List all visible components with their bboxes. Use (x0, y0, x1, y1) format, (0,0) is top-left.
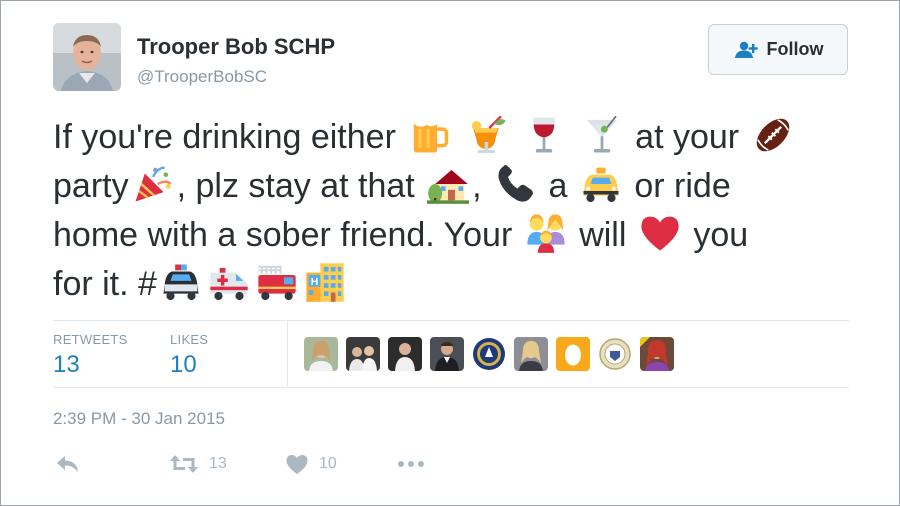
retweet-count: 13 (209, 455, 227, 472)
tweet-line-1: If you're drinking either at your (53, 113, 853, 162)
more-icon (396, 453, 426, 475)
likes-label: LIKES (170, 332, 209, 347)
liker-avatar[interactable] (430, 337, 464, 371)
tweet-text-segment: for it. # (53, 265, 157, 303)
liker-avatar[interactable] (472, 337, 506, 371)
avatar[interactable] (53, 23, 121, 91)
reply-button[interactable] (55, 453, 81, 475)
football-icon (752, 114, 794, 156)
tweet-text-segment: , plz stay at that (176, 167, 415, 205)
tweet-text-segment: If you're drinking either (53, 118, 396, 156)
likes-count[interactable]: 10 (170, 351, 197, 379)
party-popper-icon (132, 163, 174, 205)
avatar-photo (53, 23, 121, 91)
retweets-label: RETWEETS (53, 332, 128, 347)
police-car-icon (160, 261, 202, 303)
reply-icon (55, 453, 81, 475)
tweet-line-4: for it. # H (53, 260, 853, 309)
tweet-line-3: home with a sober friend. Your will you (53, 211, 853, 260)
tweet-line-2: party , plz stay at that , a or ride (53, 162, 853, 211)
retweet-icon (169, 453, 199, 475)
like-button[interactable]: 10 (285, 453, 337, 475)
tweet-text-segment: will (579, 216, 627, 254)
wine-glass-icon (523, 114, 565, 156)
tweet-timestamp[interactable]: 2:39 PM - 30 Jan 2015 (53, 409, 225, 429)
ambulance-icon (208, 261, 250, 303)
telephone-receiver-icon (494, 163, 536, 205)
liker-avatar[interactable] (514, 337, 548, 371)
liker-avatar[interactable] (598, 337, 632, 371)
tweet-text-segment: home with a sober friend. Your (53, 216, 513, 254)
liker-avatar[interactable] (304, 337, 338, 371)
beer-mug-icon (408, 114, 450, 156)
tweet-text-segment: party (53, 167, 129, 205)
retweet-button[interactable]: 13 (169, 453, 227, 475)
likers-avatars (304, 337, 674, 371)
hotel-icon: H (304, 261, 346, 303)
add-user-icon (733, 41, 759, 59)
fire-engine-icon (256, 261, 298, 303)
more-button[interactable] (396, 453, 426, 475)
divider-top (53, 320, 849, 321)
divider-bottom (53, 387, 849, 388)
liker-avatar[interactable] (640, 337, 674, 371)
tweet-card: Trooper Bob SCHP @TrooperBobSC Follow If… (0, 0, 900, 506)
author-display-name[interactable]: Trooper Bob SCHP (137, 34, 335, 60)
tweet-text-segment: at your (635, 118, 740, 156)
follow-button[interactable]: Follow (708, 24, 848, 75)
liker-avatar[interactable] (556, 337, 590, 371)
family-icon (525, 212, 567, 254)
liker-avatar[interactable] (346, 337, 380, 371)
tropical-drink-icon (466, 114, 508, 156)
tweet-text: If you're drinking either at your party … (53, 113, 853, 309)
heart-icon (285, 453, 309, 475)
cocktail-glass-icon (581, 114, 623, 156)
tweet-text-segment: or ride (634, 167, 731, 205)
house-with-garden-icon (427, 163, 470, 205)
tweet-text-segment: you (693, 216, 749, 254)
red-heart-icon (639, 212, 681, 254)
retweets-count[interactable]: 13 (53, 351, 80, 379)
svg-text:H: H (311, 276, 319, 288)
tweet-text-segment: , (472, 167, 482, 205)
tweet-text-segment: a (548, 167, 568, 205)
liker-avatar[interactable] (388, 337, 422, 371)
follow-button-label: Follow (766, 39, 824, 59)
author-handle[interactable]: @TrooperBobSC (137, 67, 267, 87)
stats-separator (287, 320, 288, 387)
like-count: 10 (319, 455, 337, 472)
taxi-icon (580, 163, 622, 205)
